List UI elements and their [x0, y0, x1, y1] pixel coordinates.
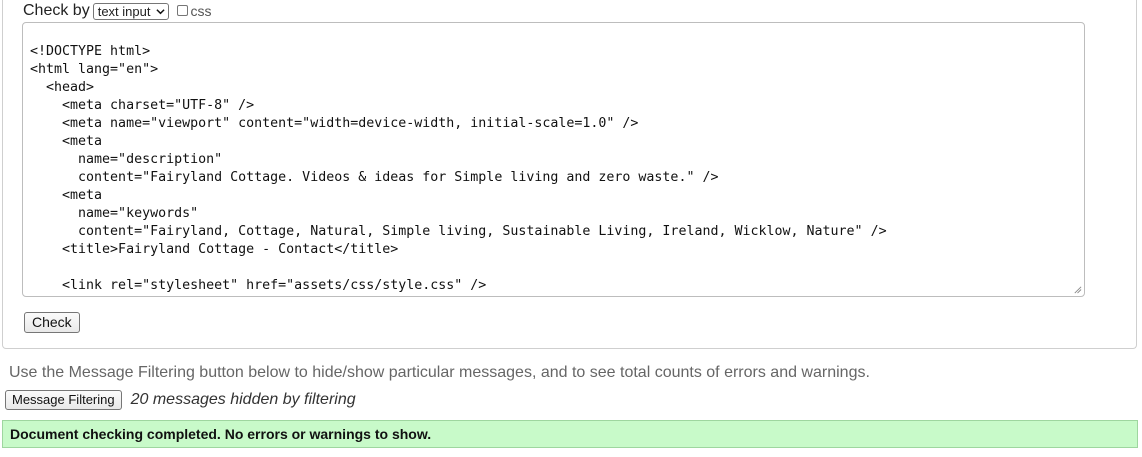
resize-grip-icon[interactable]	[1073, 285, 1082, 294]
css-checkbox-label[interactable]: css	[190, 3, 211, 19]
source-code-text[interactable]: <!DOCTYPE html> <html lang="en"> <head> …	[23, 23, 1084, 295]
check-by-select-value: text input	[97, 3, 151, 19]
check-by-row: Check by text input css	[23, 0, 211, 20]
check-button[interactable]: Check	[24, 312, 80, 333]
result-success-message: Document checking completed. No errors o…	[2, 420, 1138, 448]
check-panel: Check by text input css <!DOCTYPE html> …	[2, 0, 1137, 349]
filter-row: Message Filtering 20 messages hidden by …	[5, 390, 356, 410]
hidden-messages-count: 20 messages hidden by filtering	[130, 391, 356, 408]
css-checkbox[interactable]	[177, 4, 189, 16]
validator-page: Check by text input css <!DOCTYPE html> …	[0, 0, 1142, 457]
check-by-select[interactable]: text input	[92, 2, 170, 20]
message-filtering-button[interactable]: Message Filtering	[5, 390, 122, 410]
filter-help-text: Use the Message Filtering button below t…	[9, 364, 870, 381]
source-textarea[interactable]: <!DOCTYPE html> <html lang="en"> <head> …	[22, 22, 1085, 297]
check-by-label: Check by	[23, 2, 90, 19]
chevron-down-icon	[156, 8, 166, 14]
